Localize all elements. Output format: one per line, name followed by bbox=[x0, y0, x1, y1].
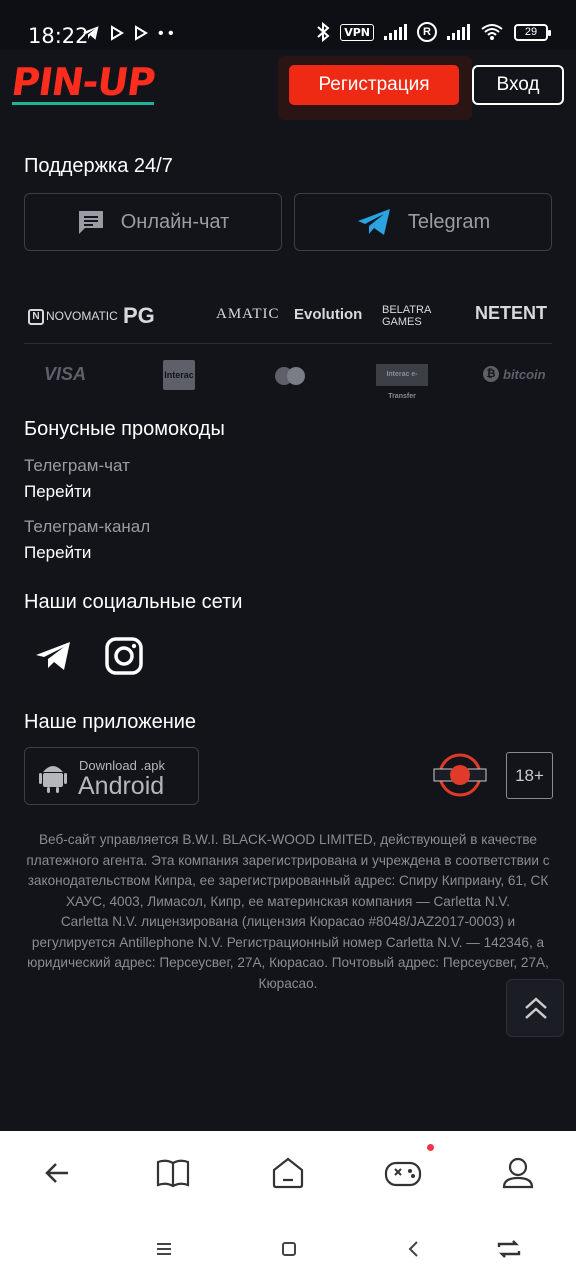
chat-icon bbox=[78, 211, 103, 234]
system-nav-bar bbox=[0, 1221, 576, 1280]
provider-evolution: Evolution bbox=[294, 306, 363, 323]
browser-bottom-nav bbox=[0, 1131, 576, 1221]
wifi-icon bbox=[481, 24, 503, 40]
age-restriction-badge: 18+ bbox=[506, 752, 553, 799]
telegram-notification-icon bbox=[82, 26, 99, 40]
register-button[interactable]: Регистрация bbox=[289, 65, 459, 105]
scroll-to-top-button[interactable] bbox=[506, 979, 564, 1037]
providers-strip: N NOVOMATIC PG AMATIC Evolution BELATRA G… bbox=[0, 300, 576, 336]
provider-belatra: BELATRA GAMES bbox=[382, 304, 431, 328]
telegram-chat-label: Телеграм-чат bbox=[24, 456, 130, 475]
online-chat-label: Онлайн-чат bbox=[120, 210, 230, 233]
telegram-support-button[interactable]: Telegram bbox=[294, 193, 552, 251]
providers-divider bbox=[24, 343, 552, 344]
logo-underline bbox=[12, 102, 154, 105]
android-download-button[interactable]: Download .apk Android bbox=[24, 747, 199, 805]
status-notifications: • • bbox=[82, 25, 174, 43]
pinup-logo[interactable]: PIN-UP bbox=[9, 60, 157, 104]
battery-icon: 29 bbox=[514, 23, 551, 41]
payment-visa: VISA bbox=[44, 364, 87, 384]
certified-badge-icon bbox=[433, 753, 487, 797]
legal-paragraph-1: Веб-сайт управляется B.W.I. BLACK-WOOD L… bbox=[26, 832, 550, 909]
telegram-chat-link[interactable]: Перейти bbox=[24, 482, 91, 502]
notification-dot bbox=[427, 1144, 434, 1151]
instagram-icon[interactable] bbox=[104, 636, 144, 676]
provider-pg: PG bbox=[123, 303, 155, 328]
telegram-icon bbox=[357, 209, 390, 235]
payment-interac-etransfer: Interac e-Transfer bbox=[376, 364, 428, 400]
bluetooth-icon bbox=[317, 22, 330, 42]
signal-icon bbox=[384, 24, 407, 40]
telegram-label: Telegram bbox=[407, 210, 491, 233]
legal-text: Веб-сайт управляется B.W.I. BLACK-WOOD L… bbox=[22, 830, 554, 994]
support-title: Поддержка 24/7 bbox=[24, 155, 173, 177]
online-chat-button[interactable]: Онлайн-чат bbox=[24, 193, 282, 251]
telegram-channel-link[interactable]: Перейти bbox=[24, 543, 91, 563]
provider-novomatic: N NOVOMATIC bbox=[28, 309, 118, 325]
login-button[interactable]: Вход bbox=[472, 65, 564, 105]
home-square-icon[interactable] bbox=[275, 1235, 303, 1263]
provider-netent: NETENT bbox=[475, 303, 547, 323]
profile-icon[interactable] bbox=[498, 1153, 538, 1193]
payment-interac: Interac bbox=[163, 360, 195, 390]
vpn-icon: VPN bbox=[340, 23, 374, 41]
android-label: Android bbox=[78, 772, 165, 800]
payment-mastercard-icon bbox=[272, 366, 308, 391]
android-icon bbox=[39, 766, 67, 793]
signal-icon-2 bbox=[447, 24, 470, 40]
bonus-title: Бонусные промокоды bbox=[24, 418, 225, 440]
site-header: PIN-UP Регистрация Вход bbox=[0, 50, 576, 120]
telegram-channel-label: Телеграм-канал bbox=[24, 517, 151, 536]
menu-icon[interactable] bbox=[150, 1235, 178, 1263]
chevron-up-icon bbox=[525, 997, 547, 1019]
play-notification-icon-2 bbox=[135, 25, 148, 41]
payment-bitcoin: ₿ bitcoin bbox=[483, 366, 546, 382]
more-notifications-icon: • • bbox=[158, 25, 174, 42]
status-time: 18:22 bbox=[28, 24, 89, 48]
legal-paragraph-2: Carletta N.V. лицензирована (лицензия Кю… bbox=[27, 914, 549, 991]
download-apk-label: Download .apk bbox=[79, 758, 165, 773]
provider-amatic: AMATIC bbox=[216, 306, 280, 322]
app-title: Наше приложение bbox=[24, 711, 197, 733]
gamepad-icon[interactable] bbox=[383, 1153, 423, 1193]
status-right: VPN R 29 bbox=[316, 22, 551, 42]
bitcoin-icon: ₿ bbox=[483, 366, 499, 382]
play-notification-icon bbox=[111, 25, 124, 41]
rotate-icon[interactable] bbox=[495, 1235, 523, 1263]
payments-strip: VISA Interac Interac e-Transfer ₿ bitcoi… bbox=[0, 356, 576, 400]
book-icon[interactable] bbox=[153, 1153, 193, 1193]
home-icon[interactable] bbox=[268, 1153, 308, 1193]
roaming-icon: R bbox=[417, 22, 437, 42]
system-back-icon[interactable] bbox=[400, 1235, 428, 1263]
telegram-icon[interactable] bbox=[33, 636, 73, 676]
back-icon[interactable] bbox=[38, 1153, 78, 1193]
social-title: Наши социальные сети bbox=[24, 591, 243, 613]
